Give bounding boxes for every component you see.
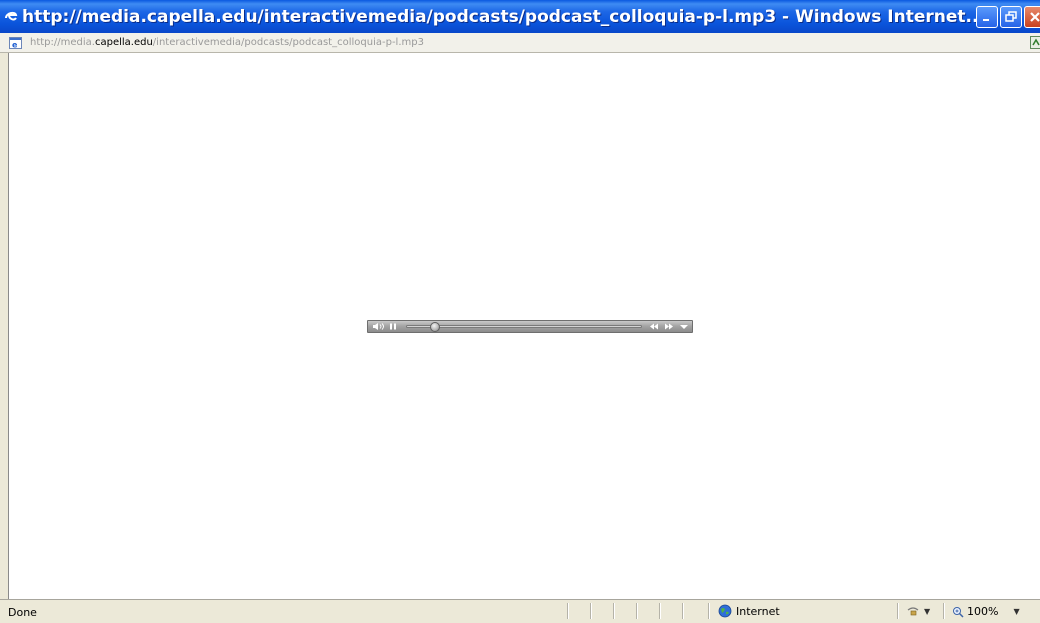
lock-icon: [907, 607, 919, 616]
pause-icon: [390, 323, 396, 330]
address-bar[interactable]: e http://media.capella.edu/interactiveme…: [0, 33, 1040, 53]
page-content: [8, 53, 1040, 599]
url-text: http://media.capella.edu/interactivemedi…: [30, 37, 424, 48]
menu-dropdown-button[interactable]: [678, 322, 690, 331]
seek-thumb[interactable]: [430, 322, 440, 332]
protected-mode-button[interactable]: ▼: [906, 605, 930, 617]
window-controls: [976, 5, 1040, 28]
status-divider: [567, 603, 569, 619]
status-divider: [659, 603, 661, 619]
fast-forward-icon: [665, 323, 673, 330]
window-title: http://media.capella.edu/interactivemedi…: [22, 6, 976, 27]
menu-dropdown-icon: [680, 325, 688, 329]
rewind-button[interactable]: [648, 322, 660, 331]
url-prefix: http://media.: [30, 37, 95, 48]
chevron-down-icon: ▼: [1013, 607, 1020, 616]
fast-forward-button[interactable]: [663, 322, 675, 331]
security-zone[interactable]: Internet: [718, 604, 780, 618]
close-button[interactable]: [1024, 5, 1040, 28]
minimize-button[interactable]: [976, 5, 998, 28]
status-divider: [897, 603, 899, 619]
ie-logo-icon: [2, 8, 20, 26]
globe-icon: [718, 604, 732, 618]
restore-icon: [1005, 10, 1017, 22]
chevron-down-icon: ▼: [924, 606, 931, 616]
close-icon: [1030, 11, 1040, 22]
volume-button[interactable]: [372, 322, 386, 331]
zone-label: Internet: [736, 604, 780, 618]
compatibility-view-icon[interactable]: [1030, 36, 1040, 50]
status-divider: [636, 603, 638, 619]
seek-slider[interactable]: [406, 322, 642, 332]
status-divider: [682, 603, 684, 619]
page-ie-icon: e: [8, 36, 22, 49]
status-divider: [708, 603, 710, 619]
minimize-icon: [983, 18, 989, 21]
volume-icon: [373, 323, 384, 330]
zoom-level: 100%: [967, 605, 999, 618]
status-bar: Done Internet ▼ 100% ▼: [0, 599, 1040, 623]
url-domain: capella.edu: [94, 37, 153, 48]
restore-button[interactable]: [1000, 5, 1022, 28]
rewind-icon: [650, 323, 658, 330]
zoom-control[interactable]: 100% ▼: [952, 605, 1020, 618]
status-divider: [943, 603, 945, 619]
media-player: [367, 320, 693, 333]
title-bar[interactable]: http://media.capella.edu/interactivemedi…: [0, 0, 1040, 33]
browser-window: http://media.capella.edu/interactivemedi…: [0, 0, 1040, 623]
svg-text:e: e: [12, 40, 18, 49]
url-path: /interactivemedia/podcasts/podcast_collo…: [152, 37, 424, 48]
zoom-magnifier-icon: [953, 606, 964, 618]
status-text: Done: [8, 606, 37, 619]
status-divider: [613, 603, 615, 619]
status-divider: [590, 603, 592, 619]
pause-button[interactable]: [389, 322, 397, 331]
